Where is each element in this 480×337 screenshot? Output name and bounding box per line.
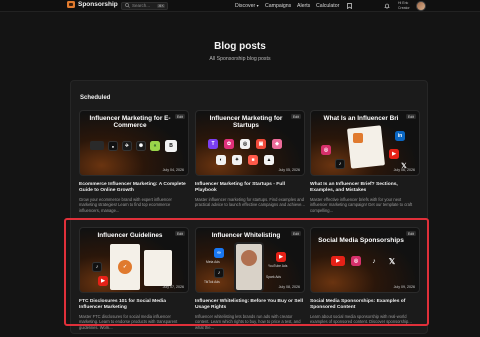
card-title[interactable]: Influencer Whitelisting: Before You Buy …: [195, 299, 305, 311]
app-icon: ✿: [224, 139, 234, 149]
brief-document-icon: [347, 125, 385, 169]
nav-campaigns[interactable]: Campaigns: [265, 3, 291, 9]
edit-button[interactable]: Edit: [405, 114, 416, 119]
thumbnail-title: Influencer Marketing for Startups: [209, 115, 283, 130]
chevron-down-icon: ▾: [256, 3, 259, 8]
top-bar: Sponsorship Search... ⌘K Discover ▾ Camp…: [0, 0, 480, 12]
youtube-ads-label: YouTube Ads: [268, 264, 288, 268]
card-thumbnail[interactable]: Influencer Guidelines Edit ✓ ♪ ▶ July 07…: [79, 227, 189, 293]
dji-icon: ✈: [122, 141, 132, 151]
publish-date: July 07, 2026: [162, 285, 184, 289]
instagram-icon: ◎: [321, 145, 331, 155]
tiktok-icon: ♪: [372, 257, 376, 265]
card-title[interactable]: Ecommerce Influencer Marketing: A Comple…: [79, 182, 189, 194]
shopify-icon: [90, 141, 104, 150]
shield-icon: ✓: [118, 260, 132, 274]
app-icon: ■: [248, 155, 258, 165]
card-description: Influencer whitelisting lets brands run …: [195, 314, 301, 330]
edit-button[interactable]: Edit: [174, 231, 185, 236]
youtube-icon: ▶: [331, 256, 345, 266]
nav-calculator[interactable]: Calculator: [316, 3, 339, 9]
edit-button[interactable]: Edit: [174, 114, 185, 119]
publish-date: July 05, 2026: [278, 168, 300, 172]
card-description: Learn about social media sponsorship wit…: [310, 314, 412, 325]
instagram-icon: ◎: [351, 256, 361, 266]
card-title[interactable]: FTC Disclosures 101 for Social Media Inf…: [79, 299, 189, 311]
user-role: Creator: [398, 5, 410, 10]
thumbnail-title: Social Media Sponsorships: [318, 237, 404, 244]
nav-alerts[interactable]: Alerts: [297, 3, 310, 9]
app-icon: ✦: [232, 155, 242, 165]
x-icon: 𝕏: [388, 256, 396, 266]
notifications-button[interactable]: [383, 2, 391, 10]
card-description: Master FTC disclosures for social media …: [79, 314, 178, 330]
youtube-icon: ▶: [98, 276, 108, 286]
edit-button[interactable]: Edit: [290, 231, 301, 236]
publish-date: July 08, 2026: [278, 285, 300, 289]
chevron-brand-icon: «: [150, 141, 160, 151]
thumbnail-title: Influencer Marketing for E-Commerce: [89, 115, 171, 130]
card-description: Master influencer marketing for startups…: [195, 197, 305, 208]
thumbnail-title: Influencer Guidelines: [97, 232, 163, 239]
document-image: [353, 133, 363, 143]
meta-icon: ∞: [214, 248, 224, 258]
page-subtitle: All Sponsorship blog posts: [209, 56, 271, 62]
meta-ads-label: Meta Ads: [206, 260, 220, 264]
tiktok-icon: ♪: [92, 262, 102, 272]
app-icon: ◆: [272, 139, 282, 149]
card-title[interactable]: What Is an Influencer Brief? Sections, E…: [310, 182, 420, 194]
brand-b-icon: B: [165, 140, 177, 152]
edit-button[interactable]: Edit: [405, 231, 416, 236]
card-thumbnail[interactable]: Influencer Marketing for Startups Edit T…: [195, 110, 305, 176]
tiktok-icon: ♪: [214, 268, 224, 278]
youtube-icon: ▶: [276, 252, 286, 262]
card-thumbnail[interactable]: Social Media Sponsorships Edit ▶ ◎ ♪ 𝕏 J…: [310, 227, 420, 293]
lazada-icon: ●: [108, 141, 118, 151]
publish-date: July 06, 2026: [393, 168, 415, 172]
card-thumbnail[interactable]: Influencer Whitelisting Edit ∞ Meta Ads …: [195, 227, 305, 293]
avatar[interactable]: [416, 1, 426, 11]
thumbnail-title: What Is an Influencer Bri: [323, 115, 399, 122]
bookmark-button[interactable]: [345, 2, 353, 10]
publish-date: July 04, 2026: [162, 168, 184, 172]
nav-discover-label: Discover: [235, 3, 256, 9]
youtube-icon: ▶: [389, 149, 399, 159]
checklist-icon: [144, 250, 172, 286]
user-greeting: Hi Eric: [398, 1, 409, 5]
bookmark-icon: [346, 3, 352, 9]
thumbnail-title: Influencer Whitelisting: [211, 232, 281, 239]
card-thumbnail[interactable]: What Is an Influencer Bri Edit in ◎ ♪ ▶ …: [310, 110, 420, 176]
creator-photo: [241, 250, 257, 266]
linkedin-icon: in: [395, 131, 405, 141]
bell-icon: [384, 3, 390, 9]
card-thumbnail[interactable]: Influencer Marketing for E-Commerce Edit…: [79, 110, 189, 176]
app-icon: ▣: [256, 139, 266, 149]
section-heading: Scheduled: [80, 95, 111, 101]
nav-discover[interactable]: Discover ▾: [235, 3, 259, 9]
publish-date: July 09, 2026: [393, 285, 415, 289]
tiktok-ads-label: TikTok Ads: [204, 280, 220, 284]
spark-ads-label: Spark Ads: [266, 275, 282, 279]
tiktok-icon: ♪: [335, 159, 345, 169]
page-title: Blog posts: [214, 41, 266, 52]
user-menu[interactable]: Hi Eric Creator: [398, 1, 410, 10]
card-title[interactable]: Social Media Sponsorships: Examples of S…: [310, 299, 420, 311]
swirl-icon: ✺: [136, 141, 146, 151]
app-icon: ◎: [240, 139, 250, 149]
app-icon: ◐: [216, 155, 226, 165]
app-icon: ▲: [264, 155, 274, 165]
app-icon: T: [208, 139, 218, 149]
card-description: Grow your ecommerce brand with expert in…: [79, 197, 172, 213]
card-description: Master effective influencer briefs with …: [310, 197, 413, 213]
edit-button[interactable]: Edit: [290, 114, 301, 119]
card-title[interactable]: Influencer Marketing for Startups - Full…: [195, 182, 305, 194]
